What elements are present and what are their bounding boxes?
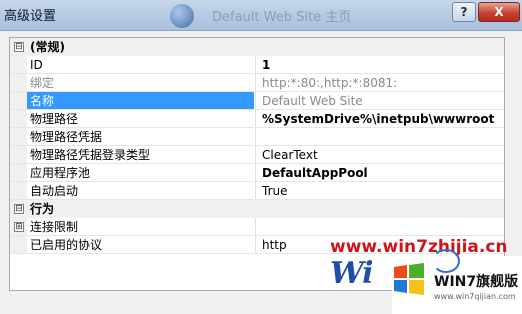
- property-name: ID: [30, 58, 43, 72]
- property-name-cell: 已启用的协议: [10, 236, 254, 254]
- window-title: 高级设置: [4, 9, 57, 24]
- category-header: ⊟ (常规): [10, 38, 504, 55]
- row-gutter: [10, 110, 27, 127]
- property-name-cell: 名称: [10, 92, 254, 110]
- property-name: 物理路径: [30, 112, 79, 126]
- category-row-general[interactable]: ⊟ (常规): [10, 38, 504, 56]
- row-gutter: [10, 128, 27, 145]
- row-gutter: [10, 236, 27, 253]
- category-label: 行为: [30, 202, 55, 216]
- property-row-bindings[interactable]: 绑定 http:*:80:,http:*:8081:: [10, 74, 504, 92]
- property-name-cell: 绑定: [10, 74, 254, 92]
- row-gutter: [10, 146, 27, 163]
- property-name-cell: ID: [10, 56, 254, 74]
- globe-icon: [170, 4, 194, 28]
- property-value: DefaultAppPool: [262, 166, 368, 180]
- property-value: Default Web Site: [262, 94, 363, 108]
- property-value: True: [262, 184, 288, 198]
- property-name-cell: ⊞ 连接限制: [10, 218, 254, 236]
- property-value: http:*:80:,http:*:8081:: [262, 76, 398, 90]
- category-header: ⊟ 行为: [10, 200, 504, 217]
- background-window-title: Default Web Site 主页: [212, 10, 352, 25]
- help-button[interactable]: ?: [452, 2, 476, 22]
- property-row-auto-start[interactable]: 自动启动 True: [10, 182, 504, 200]
- property-value: http: [262, 238, 287, 252]
- property-name-cell: 自动启动: [10, 182, 254, 200]
- expand-icon[interactable]: ⊞: [14, 222, 24, 232]
- property-value: 1: [262, 58, 271, 72]
- property-name-cell: 应用程序池: [10, 164, 254, 182]
- row-gutter: [10, 164, 27, 181]
- close-button[interactable]: X: [478, 2, 520, 22]
- property-name-cell: 物理路径: [10, 110, 254, 128]
- property-row-limits[interactable]: ⊞ 连接限制: [10, 218, 504, 236]
- property-value-cell[interactable]: [255, 128, 504, 146]
- property-value-cell[interactable]: True: [255, 182, 504, 200]
- watermark-brand: WIN7旗舰版: [434, 274, 519, 290]
- property-value: %SystemDrive%\inetpub\wwwroot: [262, 112, 495, 126]
- collapse-icon[interactable]: ⊟: [14, 204, 24, 214]
- property-value-cell[interactable]: http:*:80:,http:*:8081:: [255, 74, 504, 92]
- property-name: 物理路径凭据: [30, 130, 103, 144]
- property-name: 绑定: [30, 76, 55, 90]
- property-name-cell: 物理路径凭据登录类型: [10, 146, 254, 164]
- category-row-behavior[interactable]: ⊟ 行为: [10, 200, 504, 218]
- windows-logo-icon: [394, 263, 424, 295]
- row-gutter: [10, 182, 27, 199]
- collapse-icon[interactable]: ⊟: [14, 42, 24, 52]
- property-row-id[interactable]: ID 1: [10, 56, 504, 74]
- property-value-cell[interactable]: ClearText: [255, 146, 504, 164]
- property-name: 连接限制: [30, 220, 79, 234]
- property-name: 名称: [27, 92, 254, 109]
- row-gutter: [10, 92, 27, 109]
- title-bar: 高级设置 Default Web Site 主页 ? X: [0, 0, 522, 31]
- property-row-physical-path[interactable]: 物理路径 %SystemDrive%\inetpub\wwwroot: [10, 110, 504, 128]
- property-name: 物理路径凭据登录类型: [30, 148, 151, 162]
- category-label: (常规): [30, 40, 65, 54]
- property-name: 已启用的协议: [30, 238, 103, 252]
- property-value-cell[interactable]: DefaultAppPool: [255, 164, 504, 182]
- property-row-app-pool[interactable]: 应用程序池 DefaultAppPool: [10, 164, 504, 182]
- watermark-logo-text: Wi: [330, 256, 374, 291]
- watermark-url: www.win7zhijia.cn: [330, 237, 508, 257]
- property-name: 应用程序池: [30, 166, 91, 180]
- property-row-name[interactable]: 名称 Default Web Site: [10, 92, 504, 110]
- property-name: 自动启动: [30, 184, 79, 198]
- property-value-cell[interactable]: %SystemDrive%\inetpub\wwwroot: [255, 110, 504, 128]
- watermark-site: www.win7qijian.com: [434, 292, 516, 301]
- property-value-cell[interactable]: 1: [255, 56, 504, 74]
- property-name-cell: 物理路径凭据: [10, 128, 254, 146]
- row-gutter: [10, 74, 27, 91]
- property-row-path-credentials[interactable]: 物理路径凭据: [10, 128, 504, 146]
- property-row-logon-type[interactable]: 物理路径凭据登录类型 ClearText: [10, 146, 504, 164]
- property-value: ClearText: [262, 148, 318, 162]
- swirl-icon: [432, 249, 460, 273]
- property-value-cell[interactable]: [255, 218, 504, 236]
- property-value-cell[interactable]: Default Web Site: [255, 92, 504, 110]
- row-gutter: [10, 56, 27, 73]
